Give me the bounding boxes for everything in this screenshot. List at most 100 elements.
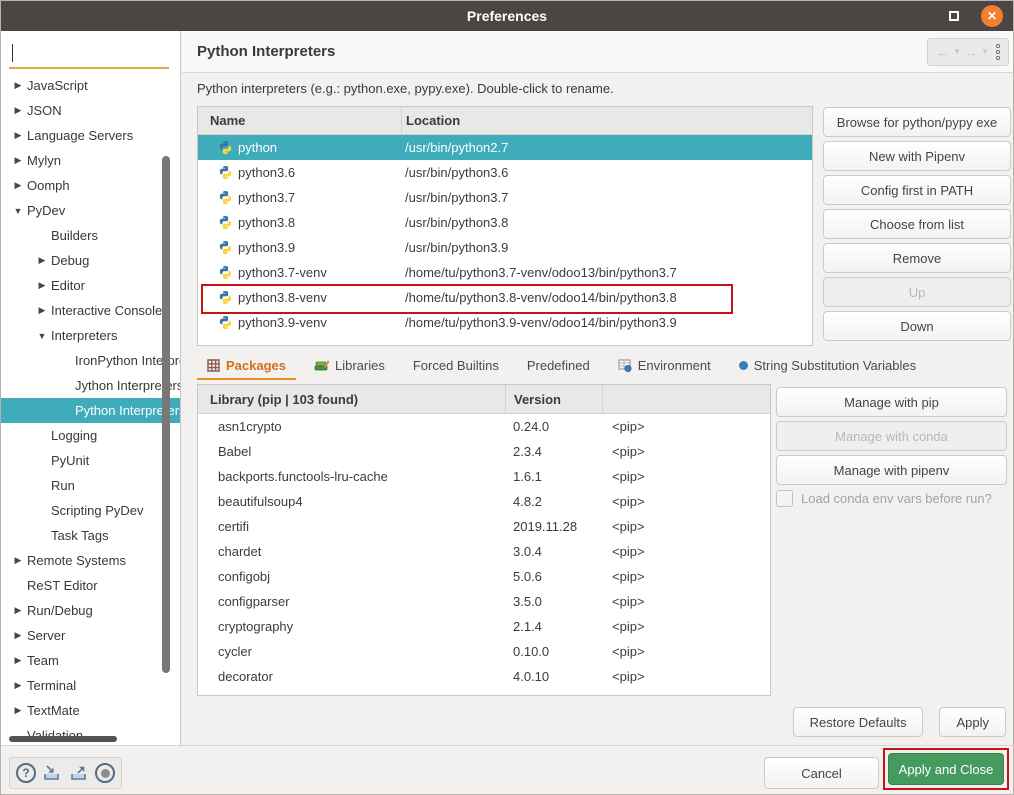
sidebar-item[interactable]: TextMate [1, 698, 181, 723]
sidebar-item[interactable]: Run [1, 473, 181, 498]
sidebar-item[interactable]: Server [1, 623, 181, 648]
tab-forced-builtins[interactable]: Forced Builtins [403, 352, 509, 380]
package-action-button[interactable]: Manage with pipenv [776, 455, 1007, 485]
sidebar-item[interactable]: ReST Editor [1, 573, 181, 598]
tree-arrow-icon[interactable] [9, 630, 27, 641]
interpreter-row[interactable]: python3.7 /usr/bin/python3.7 [198, 185, 812, 210]
package-action-button[interactable]: Manage with conda [776, 421, 1007, 451]
interpreter-name: python3.8-venv [238, 290, 327, 305]
sidebar-item[interactable]: PyUnit [1, 448, 181, 473]
interpreter-action-button[interactable]: Choose from list [823, 209, 1011, 239]
package-row[interactable]: cryptography 2.1.4 <pip> [198, 614, 770, 639]
tree-arrow-icon[interactable] [9, 180, 27, 191]
tree-arrow-icon[interactable] [9, 655, 27, 666]
interpreter-row[interactable]: python /usr/bin/python2.7 [198, 135, 812, 160]
interpreters-table: Name Location python /usr/bin/python2.7 [197, 106, 813, 346]
package-row[interactable]: beautifulsoup4 4.8.2 <pip> [198, 489, 770, 514]
tab-string-substitution-variables[interactable]: String Substitution Variables [729, 352, 926, 380]
sidebar-item[interactable]: Interpreters [1, 323, 181, 348]
interpreter-action-button[interactable]: Remove [823, 243, 1011, 273]
sidebar-item[interactable]: Interactive Console [1, 298, 181, 323]
tree-arrow-icon[interactable] [9, 105, 27, 116]
view-menu-icon[interactable] [996, 44, 1000, 60]
package-row[interactable]: Babel 2.3.4 <pip> [198, 439, 770, 464]
import-icon[interactable] [41, 763, 63, 783]
sidebar-item[interactable]: Editor [1, 273, 181, 298]
interpreter-row[interactable]: python3.9-venv /home/tu/python3.9-venv/o… [198, 310, 812, 335]
sidebar-item[interactable]: PyDev [1, 198, 181, 223]
package-row[interactable]: decorator 4.0.10 <pip> [198, 664, 770, 689]
cancel-button[interactable]: Cancel [764, 757, 879, 789]
tree-arrow-icon[interactable] [33, 255, 51, 266]
filter-input[interactable] [9, 39, 169, 67]
restore-defaults-button[interactable]: Restore Defaults [793, 707, 924, 737]
package-row[interactable]: cycler 0.10.0 <pip> [198, 639, 770, 664]
sidebar-item[interactable]: Python Interpreters [1, 398, 181, 423]
tree-arrow-icon[interactable] [9, 155, 27, 166]
sidebar-item[interactable]: Jython Interpreters [1, 373, 181, 398]
package-row[interactable]: asn1crypto 0.24.0 <pip> [198, 414, 770, 439]
sidebar-item[interactable]: JavaScript [1, 73, 181, 98]
sidebar-item[interactable]: Team [1, 648, 181, 673]
forward-dropdown-icon[interactable]: ▼ [981, 48, 989, 56]
sidebar-item-label: Task Tags [51, 528, 109, 543]
tab-packages[interactable]: Packages [197, 352, 296, 380]
sidebar-item[interactable]: Remote Systems [1, 548, 181, 573]
tab-libraries[interactable]: Libraries [304, 352, 395, 380]
sidebar-item[interactable]: Language Servers [1, 123, 181, 148]
back-dropdown-icon[interactable]: ▼ [953, 48, 961, 56]
tree-arrow-icon[interactable] [33, 280, 51, 291]
interpreter-action-button[interactable]: Browse for python/pypy exe [823, 107, 1011, 137]
export-icon[interactable] [68, 763, 90, 783]
sidebar-item[interactable]: Run/Debug [1, 598, 181, 623]
sidebar-item[interactable]: Scripting PyDev [1, 498, 181, 523]
sidebar-horizontal-scrollbar[interactable] [9, 736, 117, 742]
sidebar-item[interactable]: Terminal [1, 673, 181, 698]
tree-arrow-icon[interactable] [33, 331, 51, 341]
sidebar-item[interactable]: Logging [1, 423, 181, 448]
tree-arrow-icon[interactable] [9, 130, 27, 141]
package-row[interactable]: configparser 3.5.0 <pip> [198, 589, 770, 614]
interpreter-row[interactable]: python3.9 /usr/bin/python3.9 [198, 235, 812, 260]
forward-icon[interactable]: → [964, 45, 978, 59]
package-row[interactable]: chardet 3.0.4 <pip> [198, 539, 770, 564]
interpreter-action-button[interactable]: Up [823, 277, 1011, 307]
tab-environment[interactable]: Environment [608, 352, 721, 380]
tree-arrow-icon[interactable] [9, 605, 27, 616]
conda-env-checkbox[interactable] [776, 490, 793, 507]
tree-arrow-icon[interactable] [9, 80, 27, 91]
tree-arrow-icon[interactable] [9, 705, 27, 716]
preference-recorder-icon[interactable] [95, 763, 115, 783]
interpreter-action-button[interactable]: Down [823, 311, 1011, 341]
tab-predefined[interactable]: Predefined [517, 352, 600, 380]
close-icon[interactable]: ✕ [981, 5, 1003, 27]
sidebar-item[interactable]: Oomph [1, 173, 181, 198]
sidebar-item[interactable]: JSON [1, 98, 181, 123]
interpreter-row[interactable]: python3.8 /usr/bin/python3.8 [198, 210, 812, 235]
sidebar-item[interactable]: Task Tags [1, 523, 181, 548]
tree-arrow-icon[interactable] [9, 680, 27, 691]
sidebar-item[interactable]: Builders [1, 223, 181, 248]
package-row[interactable]: configobj 5.0.6 <pip> [198, 564, 770, 589]
sidebar-vertical-scrollbar[interactable] [162, 156, 170, 673]
package-row[interactable]: certifi 2019.11.28 <pip> [198, 514, 770, 539]
help-icon[interactable]: ? [16, 763, 36, 783]
apply-button[interactable]: Apply [939, 707, 1006, 737]
sidebar-item-label: Oomph [27, 178, 70, 193]
interpreter-action-button[interactable]: Config first in PATH [823, 175, 1011, 205]
interpreter-row[interactable]: python3.6 /usr/bin/python3.6 [198, 160, 812, 185]
sidebar-item[interactable]: Mylyn [1, 148, 181, 173]
apply-and-close-button[interactable]: Apply and Close [888, 753, 1004, 785]
tree-arrow-icon[interactable] [33, 305, 51, 316]
maximize-icon[interactable] [949, 11, 959, 21]
package-row[interactable]: backports.functools-lru-cache 1.6.1 <pip… [198, 464, 770, 489]
tree-arrow-icon[interactable] [9, 206, 27, 216]
back-icon[interactable]: ← [936, 45, 950, 59]
sidebar-item[interactable]: IronPython Interpreters [1, 348, 181, 373]
sidebar-item[interactable]: Debug [1, 248, 181, 273]
interpreter-row[interactable]: python3.7-venv /home/tu/python3.7-venv/o… [198, 260, 812, 285]
tree-arrow-icon[interactable] [9, 555, 27, 566]
interpreter-action-button[interactable]: New with Pipenv [823, 141, 1011, 171]
package-action-button[interactable]: Manage with pip [776, 387, 1007, 417]
interpreter-row[interactable]: python3.8-venv /home/tu/python3.8-venv/o… [198, 285, 812, 310]
